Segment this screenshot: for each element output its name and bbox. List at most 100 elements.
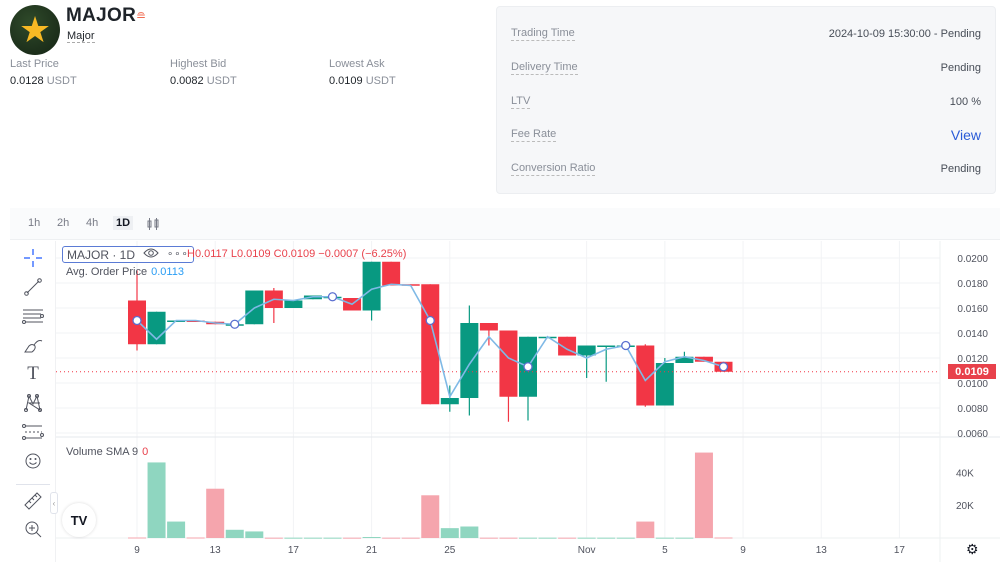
- candle: [577, 345, 596, 378]
- info-row-fee-rate: Fee Rate View: [511, 125, 981, 145]
- avg-order-price-label: Avg. Order Price: [66, 266, 148, 278]
- time-tick-label: 13: [816, 545, 828, 556]
- volume-legend: Volume SMA 90: [66, 446, 148, 458]
- time-tick-label: 5: [662, 545, 668, 556]
- price-tick-label: 0.0080: [957, 404, 988, 415]
- series-legend[interactable]: MAJOR · 1D ∘∘∘: [62, 246, 194, 263]
- lowest-ask-value: 0.0109: [329, 75, 363, 87]
- more-options-icon[interactable]: ∘∘∘: [167, 249, 189, 260]
- volume-bar: [362, 537, 381, 539]
- avg-order-marker: [718, 362, 729, 372]
- volume-tick-label: 40K: [956, 468, 974, 479]
- ltv-label[interactable]: LTV: [511, 95, 531, 109]
- trading-time-value: 2024-10-09 15:30:00 - Pending: [828, 28, 981, 40]
- symbol-title: MAJOR: [66, 5, 137, 26]
- time-tick-label: 25: [444, 545, 456, 556]
- conversion-ratio-value: Pending: [940, 163, 981, 175]
- fee-rate-label[interactable]: Fee Rate: [511, 128, 557, 142]
- volume-bar: [636, 521, 655, 538]
- ohlc-readout: H0.0117 L0.0109 C0.0109 −0.0007 (−6.25%): [187, 248, 407, 260]
- volume-bar: [186, 537, 205, 539]
- highest-bid-label: Highest Bid: [170, 58, 227, 70]
- time-tick-label: 17: [288, 545, 300, 556]
- time-tick-label: Nov: [578, 545, 596, 556]
- price-tick-label: 0.0100: [957, 379, 988, 390]
- candle: [597, 345, 616, 382]
- highest-bid-unit: USDT: [206, 75, 237, 87]
- volume-bar: [655, 537, 674, 539]
- volume-bar: [714, 537, 733, 539]
- volume-bar: [577, 537, 596, 539]
- volume-bar: [538, 537, 557, 539]
- info-panel: Trading Time 2024-10-09 15:30:00 - Pendi…: [496, 6, 996, 194]
- time-tick-label: 17: [894, 545, 906, 556]
- candle-body: [499, 330, 518, 397]
- last-price-label: Last Price: [10, 58, 59, 70]
- volume-tick-label: 20K: [956, 501, 974, 512]
- volume-bar: [323, 537, 342, 539]
- avg-order-marker: [327, 292, 338, 302]
- star-icon: ★: [18, 9, 52, 50]
- candle-body: [479, 323, 498, 331]
- volume-bar: [694, 452, 713, 538]
- candle: [362, 261, 381, 321]
- volume-bar: [597, 537, 616, 539]
- token-name-link[interactable]: Major: [67, 30, 95, 43]
- avg-order-marker: [621, 340, 631, 351]
- info-row-conversion-ratio: Conversion Ratio Pending: [511, 159, 981, 179]
- lowest-ask-label: Lowest Ask: [329, 58, 385, 70]
- last-price-unit: USDT: [46, 75, 77, 87]
- eye-icon[interactable]: [143, 247, 159, 262]
- volume-bar: [264, 537, 283, 539]
- volume-bar: [284, 537, 303, 539]
- volume-bar: [128, 537, 146, 539]
- info-row-delivery-time: Delivery Time Pending: [511, 58, 981, 78]
- volume-bar: [499, 537, 518, 539]
- candle-body: [460, 323, 479, 398]
- series-title: MAJOR · 1D: [67, 247, 136, 262]
- volume-label: Volume SMA 9: [66, 446, 139, 458]
- price-tick-label: 0.0060: [957, 429, 988, 440]
- highest-bid-value: 0.0082: [170, 75, 204, 87]
- avg-order-price-legend: Avg. Order Price 0.0113: [66, 266, 184, 278]
- avg-order-marker: [523, 362, 533, 372]
- volume-bar: [421, 495, 440, 538]
- time-tick-label: 9: [134, 545, 140, 556]
- price-tick-label: 0.0200: [957, 254, 988, 265]
- info-row-trading-time: Trading Time 2024-10-09 15:30:00 - Pendi…: [511, 24, 981, 44]
- volume-bar: [460, 526, 479, 538]
- time-tick-label: 21: [366, 545, 378, 556]
- volume-bar: [401, 537, 420, 539]
- volume-bar: [440, 528, 459, 538]
- delivery-time-label[interactable]: Delivery Time: [511, 61, 578, 75]
- lowest-ask-stat: Lowest Ask 0.0109 USDT: [329, 58, 396, 87]
- volume-bar: [479, 537, 498, 539]
- settings-gear-icon[interactable]: ⚙: [966, 541, 979, 558]
- volume-bar: [616, 537, 635, 539]
- avg-order-marker: [132, 315, 142, 326]
- coin-stack-icon[interactable]: ≘: [136, 9, 146, 23]
- tradingview-logo[interactable]: TV: [62, 503, 96, 537]
- candle-body: [597, 345, 616, 347]
- candle-body: [655, 363, 674, 406]
- major-logo: ★: [10, 5, 60, 55]
- fee-rate-view-link[interactable]: View: [951, 127, 981, 143]
- candle-body: [577, 345, 596, 356]
- volume-bar: [167, 521, 186, 538]
- time-tick-label: 13: [210, 545, 222, 556]
- conversion-ratio-label[interactable]: Conversion Ratio: [511, 162, 596, 176]
- avg-order-marker: [425, 315, 435, 326]
- last-price-stat: Last Price 0.0128 USDT: [10, 58, 77, 87]
- volume-bar: [206, 488, 225, 538]
- candle: [460, 305, 479, 416]
- highest-bid-stat: Highest Bid 0.0082 USDT: [170, 58, 237, 87]
- volume-bar: [245, 531, 264, 538]
- trading-time-label[interactable]: Trading Time: [511, 27, 575, 41]
- volume-bar: [147, 462, 166, 538]
- volume-bar: [303, 537, 322, 539]
- price-tick-label: 0.0140: [957, 329, 988, 340]
- candle-body: [362, 261, 381, 311]
- volume-bar: [558, 537, 577, 539]
- last-price-value: 0.0128: [10, 75, 44, 87]
- price-tick-label: 0.0160: [957, 304, 988, 315]
